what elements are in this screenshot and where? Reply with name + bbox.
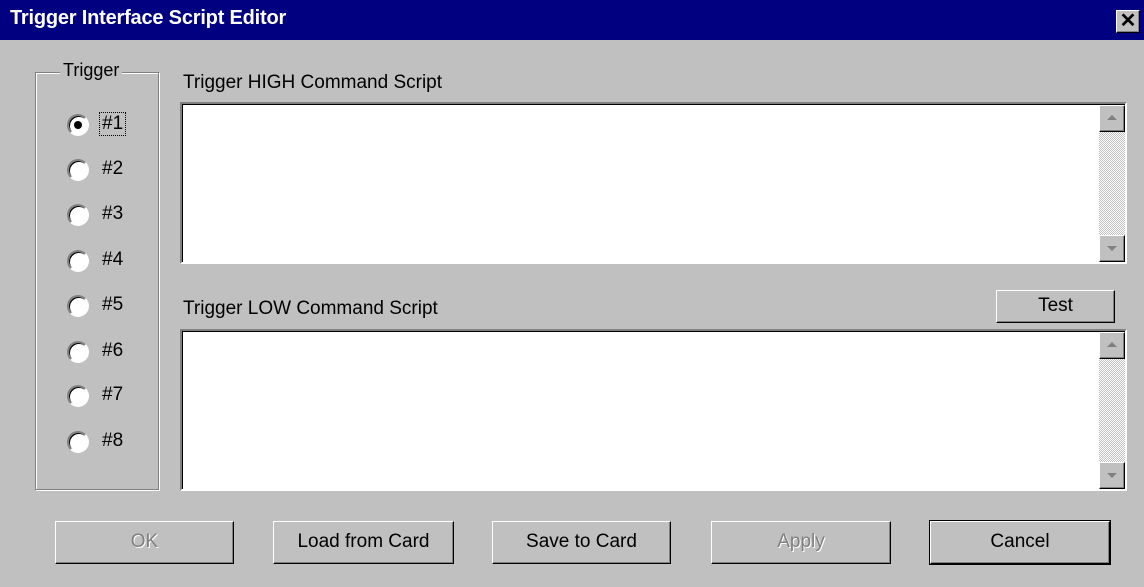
cancel-button[interactable]: Cancel — [929, 520, 1111, 565]
low-script-label: Trigger LOW Command Script — [183, 298, 438, 319]
radio-button[interactable] — [67, 431, 89, 453]
scroll-down-button[interactable] — [1099, 235, 1125, 262]
ok-button-label: OK — [130, 531, 159, 552]
radio-button[interactable] — [67, 341, 89, 363]
arrow-up-icon — [1107, 342, 1117, 347]
save-to-card-button[interactable]: Save to Card — [492, 521, 671, 564]
trigger-radio-6[interactable]: #6 — [67, 337, 147, 367]
high-script-label: Trigger HIGH Command Script — [183, 72, 443, 93]
trigger-radio-2[interactable]: #2 — [67, 155, 147, 185]
trigger-radio-8[interactable]: #8 — [67, 427, 147, 457]
radio-button[interactable] — [67, 114, 89, 136]
ok-button[interactable]: OK — [55, 521, 234, 564]
high-script-scrollbar[interactable] — [1099, 105, 1125, 262]
low-script-textarea[interactable] — [180, 329, 1127, 491]
arrow-up-icon — [1107, 115, 1117, 120]
trigger-radio-3[interactable]: #3 — [67, 200, 147, 230]
radio-button[interactable] — [67, 159, 89, 181]
high-script-textarea[interactable] — [180, 102, 1127, 264]
radio-selected-dot — [74, 121, 82, 129]
trigger-group-label: Trigger — [60, 60, 123, 81]
radio-button[interactable] — [67, 385, 89, 407]
arrow-down-icon — [1107, 246, 1117, 251]
radio-label: #7 — [102, 384, 124, 405]
radio-label: #3 — [102, 203, 124, 224]
window-title: Trigger Interface Script Editor — [10, 7, 287, 29]
low-script-scrollbar[interactable] — [1099, 332, 1125, 489]
arrow-down-icon — [1107, 473, 1117, 478]
radio-label: #4 — [102, 249, 124, 270]
test-button-label: Test — [1038, 295, 1073, 316]
apply-button[interactable]: Apply — [711, 521, 891, 564]
radio-label: #1 — [98, 112, 127, 136]
radio-label: #6 — [102, 340, 124, 361]
title-bar: Trigger Interface Script Editor ✕ — [0, 0, 1144, 40]
radio-button[interactable] — [67, 250, 89, 272]
radio-label: #2 — [102, 158, 124, 179]
apply-button-label: Apply — [777, 531, 825, 552]
trigger-radio-1[interactable]: #1 — [67, 110, 147, 140]
radio-button[interactable] — [67, 204, 89, 226]
radio-label: #8 — [102, 430, 124, 451]
cancel-button-label: Cancel — [990, 531, 1050, 552]
scroll-down-button[interactable] — [1099, 462, 1125, 489]
trigger-radio-4[interactable]: #4 — [67, 246, 147, 276]
radio-button[interactable] — [67, 295, 89, 317]
radio-label: #5 — [102, 294, 124, 315]
test-button[interactable]: Test — [996, 290, 1115, 323]
load-from-card-button[interactable]: Load from Card — [273, 521, 454, 564]
close-button[interactable]: ✕ — [1116, 10, 1140, 33]
save-button-label: Save to Card — [526, 531, 637, 552]
trigger-radio-5[interactable]: #5 — [67, 291, 147, 321]
close-icon: ✕ — [1119, 10, 1137, 32]
load-button-label: Load from Card — [297, 531, 430, 552]
scroll-up-button[interactable] — [1099, 105, 1125, 132]
trigger-radio-7[interactable]: #7 — [67, 381, 147, 411]
scroll-up-button[interactable] — [1099, 332, 1125, 359]
